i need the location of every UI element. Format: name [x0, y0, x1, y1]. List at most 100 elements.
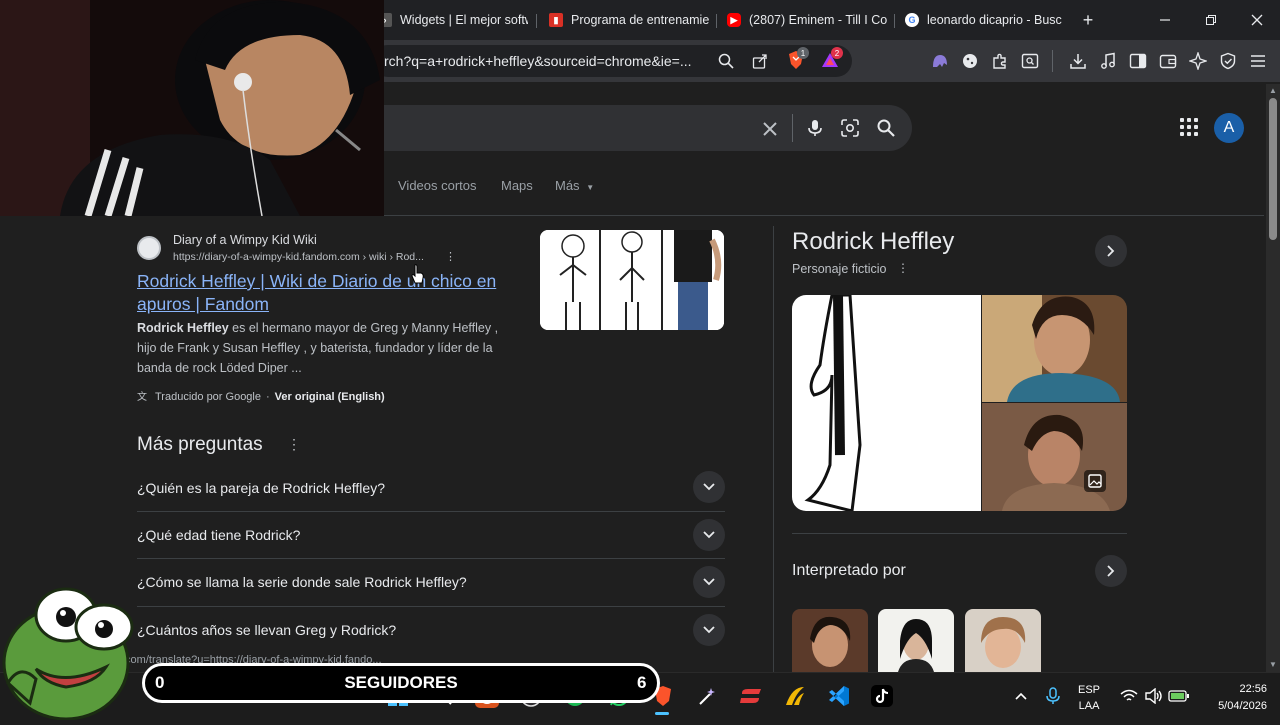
- faq-item[interactable]: ¿Cómo se llama la serie donde sale Rodri…: [137, 558, 725, 605]
- extensions-button[interactable]: [990, 51, 1010, 71]
- language-indicator[interactable]: ESP LAA: [1078, 682, 1100, 714]
- more-questions-options-icon[interactable]: ⋮: [287, 436, 301, 453]
- followers-goal-bar: 0 SEGUIDORES 6: [142, 663, 660, 703]
- taskbar-magic-app[interactable]: [695, 684, 719, 708]
- scrollbar-thumb[interactable]: [1269, 98, 1277, 240]
- faq-item[interactable]: ¿Cuántos años se llevan Greg y Rodrick?: [137, 606, 725, 653]
- tab-programa[interactable]: ▮ Programa de entrenamie: [549, 6, 709, 34]
- taskbar-vscode-app[interactable]: [827, 684, 851, 708]
- translated-by-label: Traducido por Google: [155, 390, 261, 403]
- tab-google-search[interactable]: G leonardo dicaprio - Busc: [905, 6, 1073, 34]
- restore-button[interactable]: [1199, 8, 1223, 32]
- nav-maps[interactable]: Maps: [501, 178, 533, 193]
- tab-fade: [1072, 8, 1073, 32]
- taskbar-red-app[interactable]: [739, 684, 763, 708]
- cast-photo-1[interactable]: [792, 609, 868, 672]
- vpn-button[interactable]: [1218, 51, 1238, 71]
- taskbar-tiktok-app[interactable]: [870, 684, 894, 708]
- tray-wifi-button[interactable]: [1117, 684, 1141, 708]
- lens-search-button[interactable]: [840, 118, 860, 138]
- knowledge-panel-options-icon[interactable]: ⋮: [897, 261, 909, 275]
- chevron-down-icon[interactable]: [693, 519, 725, 551]
- voice-search-button[interactable]: [805, 118, 825, 138]
- result-site-url[interactable]: https://diary-of-a-wimpy-kid.fandom.com …: [173, 251, 424, 263]
- new-tab-button[interactable]: +: [1076, 8, 1100, 32]
- wifi-icon: [1120, 689, 1138, 701]
- cast-photo-3[interactable]: [965, 609, 1041, 672]
- wallet-button[interactable]: [1158, 51, 1178, 71]
- apps-grid-dot: [1194, 132, 1198, 136]
- translation-note: 文 Traducido por Google · Ver original (E…: [137, 390, 385, 403]
- faq-item[interactable]: ¿Qué edad tiene Rodrick?: [137, 511, 725, 558]
- address-bar[interactable]: rch?q=a+rodrick+heffley&sourceid=chrome&…: [372, 45, 852, 77]
- result-more-options-icon[interactable]: ⋮: [445, 250, 456, 263]
- faq-item[interactable]: ¿Quién es la pareja de Rodrick Heffley?: [137, 464, 725, 511]
- brave-rewards-button[interactable]: 2: [820, 47, 843, 70]
- tray-volume-button[interactable]: [1142, 684, 1166, 708]
- taskbar-clock[interactable]: 22:56 5/04/2026: [1197, 681, 1267, 715]
- scroll-up-arrow-icon[interactable]: ▲: [1269, 86, 1277, 95]
- search-page-button[interactable]: [716, 51, 736, 71]
- youtube-favicon-icon: ▶: [727, 13, 741, 27]
- tray-battery-button[interactable]: [1167, 684, 1191, 708]
- show-hidden-icons-button[interactable]: [1009, 684, 1033, 708]
- taskbar-yellow-app[interactable]: [783, 684, 807, 708]
- google-apps-button[interactable]: [1180, 118, 1198, 136]
- media-controls-button[interactable]: [1098, 51, 1118, 71]
- result-title-line1[interactable]: Rodrick Heffley | Wiki de Diario de un c…: [137, 270, 496, 293]
- side-panel-button[interactable]: [1128, 51, 1148, 71]
- extension-cookie-button[interactable]: [960, 51, 980, 71]
- leo-ai-button[interactable]: [1188, 51, 1208, 71]
- knowledge-panel-next-button[interactable]: [1095, 235, 1127, 267]
- minimize-button[interactable]: [1153, 8, 1177, 32]
- actor-photo-image: [965, 609, 1041, 672]
- browser-menu-button[interactable]: [1248, 51, 1268, 71]
- result-site-name[interactable]: Diary of a Wimpy Kid Wiki: [173, 233, 317, 247]
- chevron-down-icon[interactable]: [693, 614, 725, 646]
- cast-next-button[interactable]: [1095, 555, 1127, 587]
- google-search-box[interactable]: [300, 105, 912, 151]
- apps-grid-dot: [1180, 125, 1184, 129]
- cast-photo-2[interactable]: [878, 609, 954, 672]
- wallet-icon: [1159, 54, 1177, 69]
- page-scrollbar[interactable]: ▲ ▼: [1266, 84, 1280, 674]
- close-window-button[interactable]: [1245, 8, 1269, 32]
- address-bar-url[interactable]: rch?q=a+rodrick+heffley&sourceid=chrome&…: [384, 53, 704, 69]
- caret-down-icon: ▼: [586, 183, 595, 192]
- account-avatar[interactable]: A: [1214, 113, 1244, 143]
- search-submit-button[interactable]: [876, 118, 896, 138]
- downloads-button[interactable]: [1068, 51, 1088, 71]
- side-panel-icon: [1129, 53, 1147, 69]
- tray-microphone-button[interactable]: [1041, 684, 1065, 708]
- share-button[interactable]: [750, 51, 770, 71]
- streamer-video-image: [0, 0, 384, 216]
- result-title-line2[interactable]: apuros | Fandom: [137, 293, 269, 316]
- chevron-down-icon[interactable]: [693, 566, 725, 598]
- scroll-down-arrow-icon[interactable]: ▼: [1269, 660, 1277, 669]
- extension-purple-button[interactable]: [930, 51, 950, 71]
- ghost-extension-icon: [933, 55, 947, 67]
- shields-count-badge: 1: [797, 47, 809, 59]
- result-thumbnail[interactable]: [540, 230, 724, 330]
- chevron-down-icon[interactable]: [693, 471, 725, 503]
- apps-grid-dot: [1180, 118, 1184, 122]
- speaker-icon: [1145, 688, 1162, 704]
- brave-shields-button[interactable]: 1: [786, 47, 809, 70]
- view-images-button[interactable]: [1084, 470, 1106, 492]
- nav-videos-cortos[interactable]: Videos cortos: [398, 178, 477, 193]
- view-original-link[interactable]: Ver original (English): [275, 391, 385, 403]
- screenshot-extension-button[interactable]: [1020, 51, 1040, 71]
- microphone-icon: [808, 120, 822, 136]
- program-favicon-icon: ▮: [549, 13, 563, 27]
- nav-mas[interactable]: Más ▼: [555, 178, 594, 193]
- restore-icon: [1206, 15, 1216, 25]
- nav-divider: [384, 215, 1264, 216]
- battery-charging-icon: [1168, 690, 1189, 702]
- microphone-icon: [1046, 687, 1060, 704]
- tab-widgets[interactable]: › Widgets | El mejor softw: [378, 6, 528, 34]
- knowledge-panel-images[interactable]: [792, 295, 1127, 511]
- tab-youtube[interactable]: ▶ (2807) Eminem - Till I Co: [727, 6, 887, 34]
- clear-search-button[interactable]: [760, 119, 780, 139]
- rodrick-images-collage: [792, 295, 1127, 511]
- translate-icon: 文: [137, 390, 147, 403]
